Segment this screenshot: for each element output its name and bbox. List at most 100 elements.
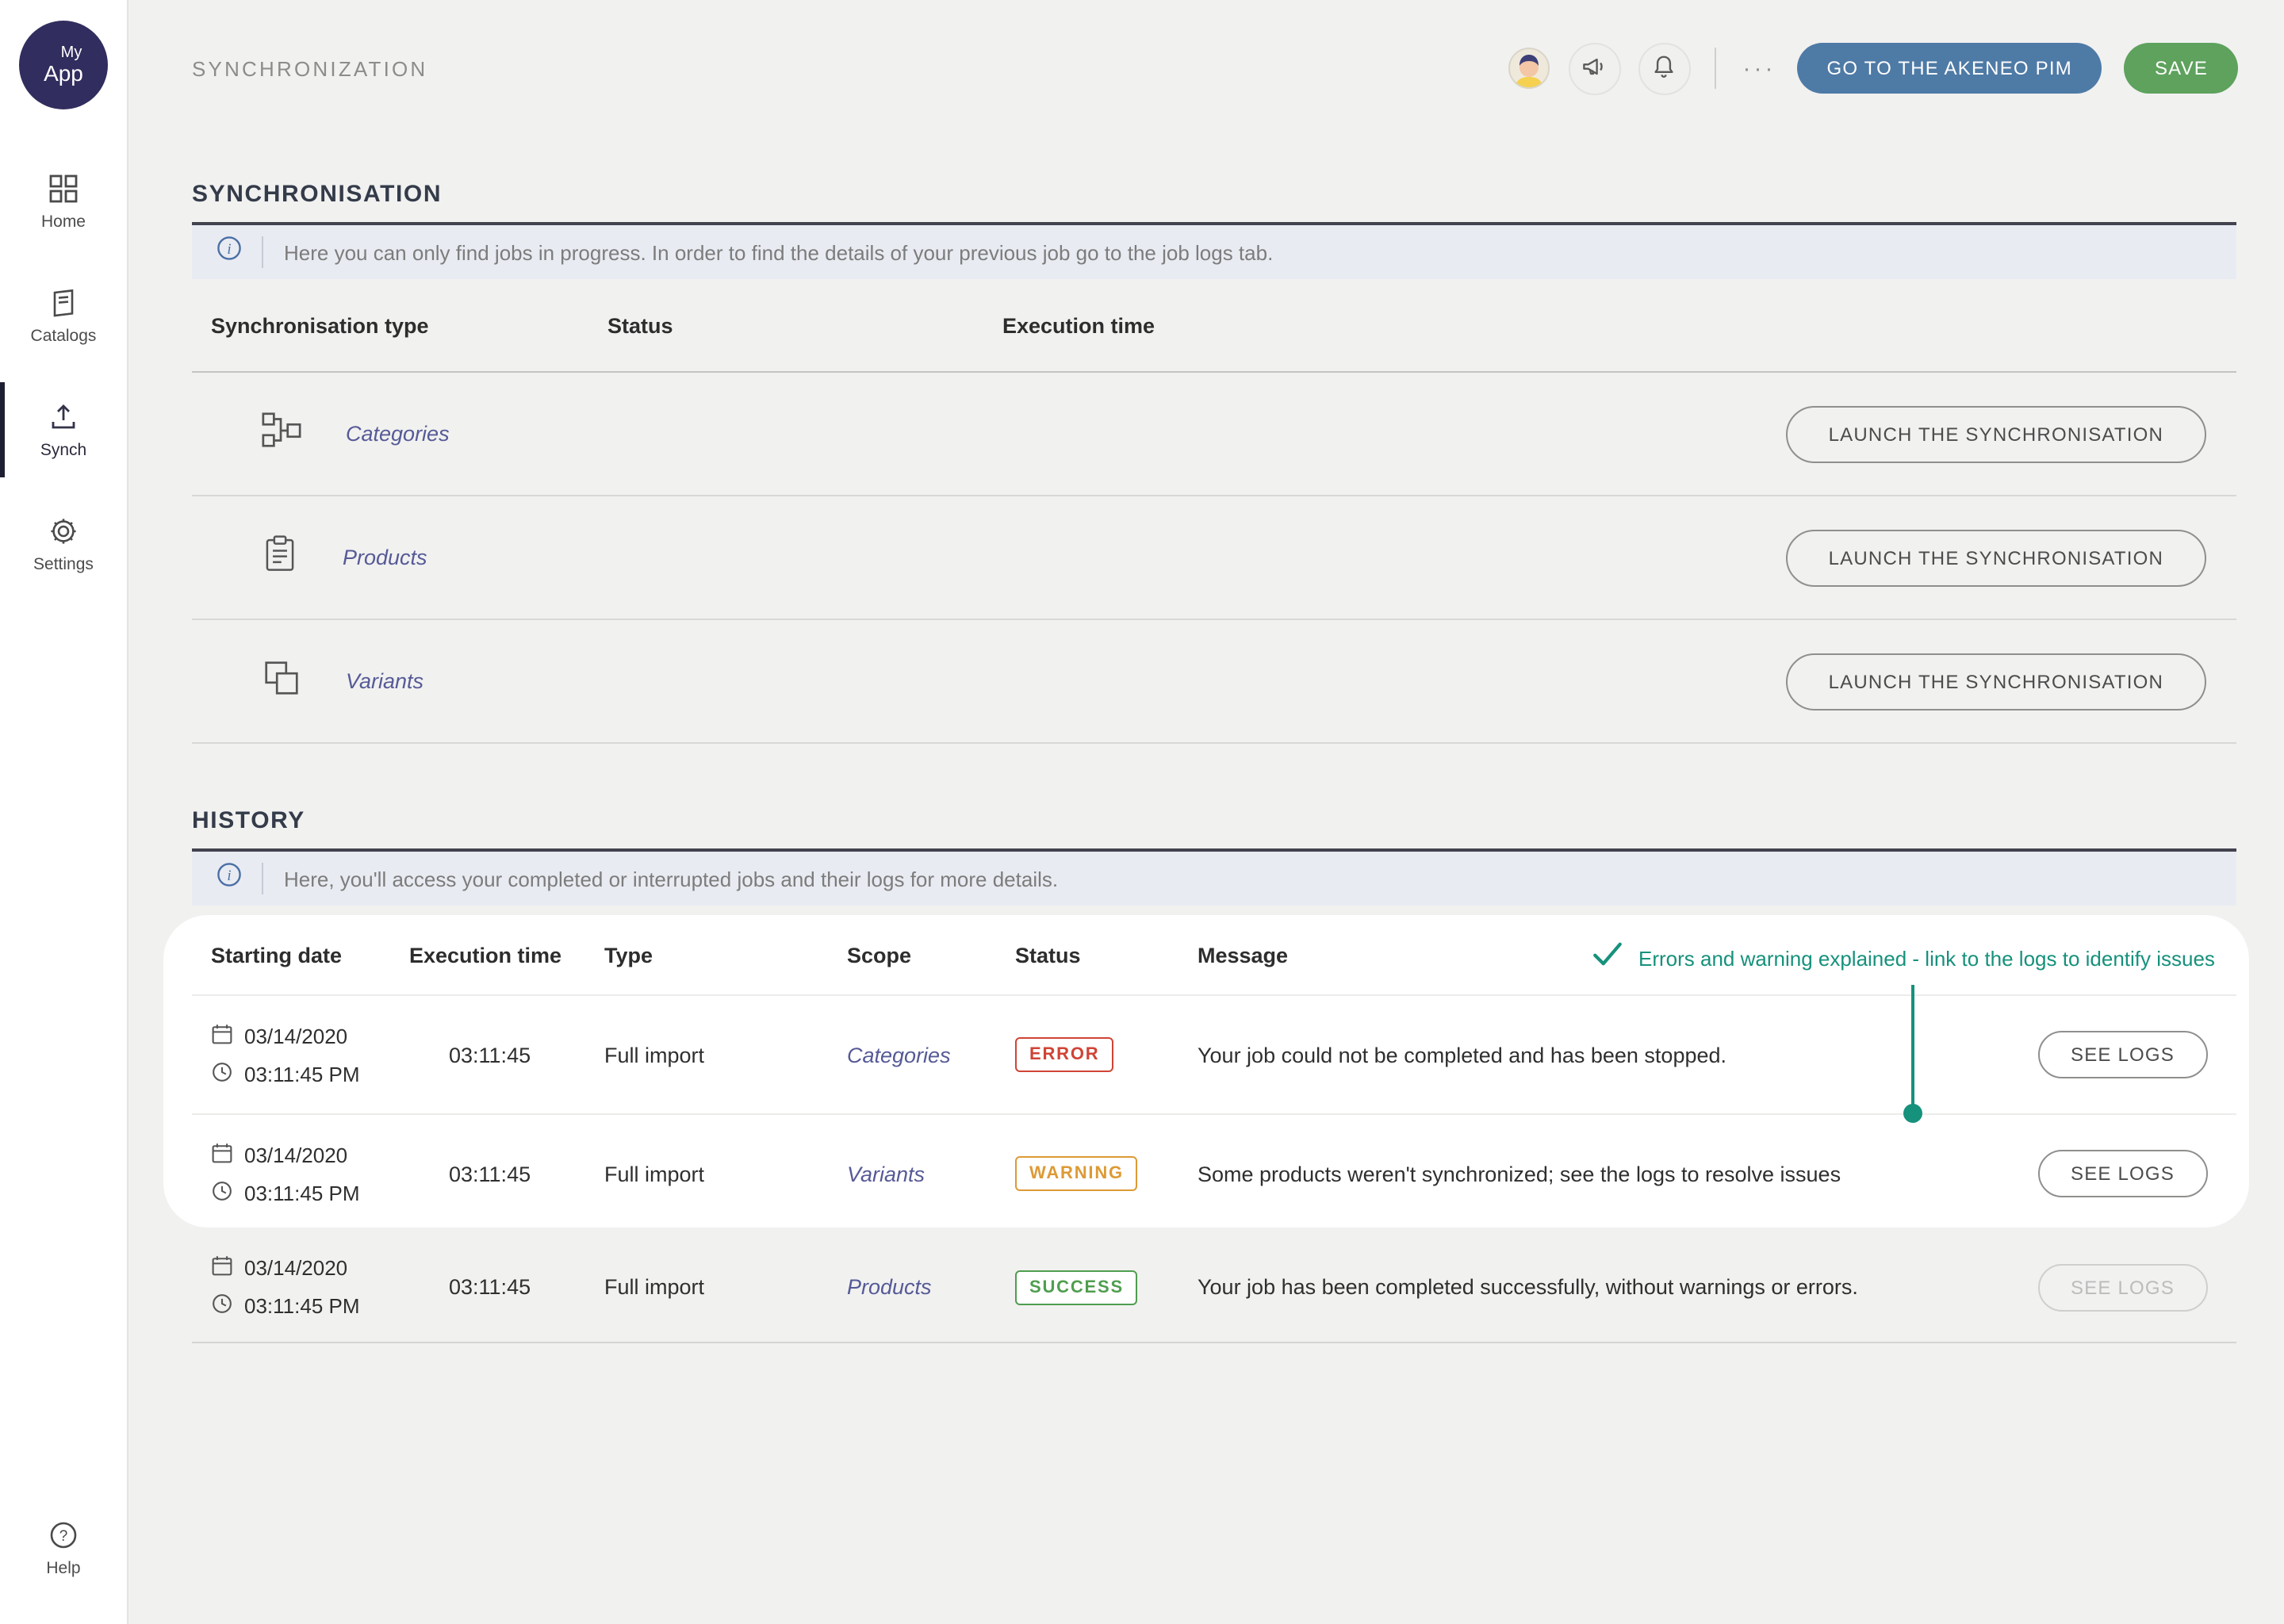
- sidebar-item-label: Home: [41, 212, 86, 231]
- sync-type-link[interactable]: Variants: [346, 669, 423, 693]
- help-question-icon: ?: [48, 1519, 79, 1550]
- column-header-execution-time: Execution time: [1002, 313, 1808, 337]
- info-icon: i: [216, 861, 243, 896]
- history-row-success: 03/14/2020 03:11:45 PM 03:11:45 Full imp…: [192, 1232, 2236, 1343]
- starting-date-value: 03/14/2020: [244, 1143, 347, 1166]
- column-header-scope: Scope: [847, 943, 1015, 967]
- history-info-text: Here, you'll access your completed or in…: [284, 867, 1058, 891]
- sidebar-item-label: Settings: [33, 554, 94, 573]
- sync-type-link[interactable]: Products: [343, 546, 427, 569]
- sidebar-nav: Home Catalogs Synch Settings: [0, 151, 127, 607]
- main-area: SYNCHRONIZATION ··· GO TO THE AKE: [128, 0, 2284, 1624]
- status-cell: ERROR: [1015, 1037, 1198, 1072]
- status-badge-error: ERROR: [1015, 1037, 1113, 1072]
- type-cell: Full import: [604, 1162, 847, 1185]
- see-logs-button[interactable]: SEE LOGS: [2037, 1031, 2208, 1078]
- sync-table: Synchronisation type Status Execution ti…: [192, 279, 2236, 744]
- info-icon: i: [216, 235, 243, 270]
- annotation: Errors and warning explained - link to t…: [1591, 937, 2215, 979]
- column-header-starting-date: Starting date: [211, 943, 409, 967]
- sidebar-item-label: Catalogs: [31, 326, 97, 345]
- execution-time-cell: 03:11:45: [409, 1162, 604, 1185]
- history-row-error: 03/14/2020 03:11:45 PM 03:11:45 Full imp…: [192, 994, 2236, 1113]
- annotation-pointer-dot: [1903, 1104, 1922, 1123]
- gear-icon: [48, 515, 79, 546]
- svg-text:?: ?: [59, 1527, 68, 1544]
- header-divider: [1715, 48, 1716, 89]
- synch-upload-icon: [48, 400, 79, 432]
- app-logo-text-top: My: [61, 44, 82, 62]
- column-header-status: Status: [607, 313, 1002, 337]
- starting-time-value: 03:11:45 PM: [244, 1294, 360, 1318]
- status-cell: WARNING: [1015, 1156, 1198, 1191]
- sync-row-variants: Variants LAUNCH THE SYNCHRONISATION: [192, 620, 2236, 744]
- sync-section-title: SYNCHRONISATION: [192, 181, 2236, 225]
- calendar-icon: [211, 1141, 233, 1168]
- svg-text:i: i: [227, 868, 231, 884]
- sidebar-item-home[interactable]: Home: [0, 151, 127, 252]
- save-button[interactable]: SAVE: [2125, 43, 2238, 94]
- sidebar-item-settings[interactable]: Settings: [0, 493, 127, 595]
- home-grid-icon: [48, 172, 79, 204]
- see-logs-button-disabled: SEE LOGS: [2037, 1263, 2208, 1311]
- sidebar-item-catalogs[interactable]: Catalogs: [0, 265, 127, 366]
- column-header-sync-type: Synchronisation type: [211, 313, 607, 337]
- clock-icon: [211, 1293, 233, 1320]
- page-content: SYNCHRONISATION i Here you can only find…: [128, 136, 2284, 1343]
- message-cell: Your job has been completed successfully…: [1198, 1275, 2030, 1299]
- column-header-status: Status: [1015, 943, 1198, 967]
- execution-time-cell: 03:11:45: [409, 1275, 604, 1299]
- type-cell: Full import: [604, 1275, 847, 1299]
- see-logs-button[interactable]: SEE LOGS: [2037, 1150, 2208, 1197]
- announcements-button[interactable]: [1569, 42, 1621, 94]
- scope-link[interactable]: Categories: [847, 1043, 1015, 1067]
- more-options-button[interactable]: ···: [1740, 55, 1780, 82]
- sync-info-banner: i Here you can only find jobs in progres…: [192, 225, 2236, 279]
- annotation-pointer-line: [1911, 985, 1914, 1105]
- clock-icon: [211, 1060, 233, 1087]
- launch-sync-button[interactable]: LAUNCH THE SYNCHRONISATION: [1786, 653, 2206, 710]
- notifications-button[interactable]: [1638, 42, 1691, 94]
- megaphone-icon: [1581, 52, 1609, 85]
- execution-time-cell: 03:11:45: [409, 1043, 604, 1067]
- scope-link[interactable]: Variants: [847, 1162, 1015, 1185]
- sync-table-header: Synchronisation type Status Execution ti…: [192, 279, 2236, 373]
- go-to-pim-button[interactable]: GO TO THE AKENEO PIM: [1797, 43, 2102, 94]
- check-icon: [1591, 937, 1624, 979]
- message-cell: Some products weren't synchronized; see …: [1198, 1162, 2030, 1185]
- user-avatar[interactable]: [1507, 46, 1551, 90]
- top-bar: SYNCHRONIZATION ··· GO TO THE AKE: [128, 0, 2284, 136]
- products-clipboard-icon: [260, 532, 300, 583]
- sync-row-products: Products LAUNCH THE SYNCHRONISATION: [192, 496, 2236, 620]
- type-cell: Full import: [604, 1043, 847, 1067]
- status-cell: SUCCESS: [1015, 1270, 1198, 1304]
- page-title: SYNCHRONIZATION: [192, 56, 427, 80]
- app-logo[interactable]: My App: [19, 21, 108, 109]
- column-header-type: Type: [604, 943, 847, 967]
- variants-squares-icon: [260, 656, 303, 707]
- sidebar-item-help[interactable]: ? Help: [0, 1507, 127, 1589]
- starting-date-cell: 03/14/2020 03:11:45 PM: [211, 1141, 409, 1206]
- scope-link[interactable]: Products: [847, 1275, 1015, 1299]
- column-header-execution-time: Execution time: [409, 943, 604, 967]
- launch-sync-button[interactable]: LAUNCH THE SYNCHRONISATION: [1786, 405, 2206, 462]
- bell-icon: [1650, 52, 1679, 85]
- history-section-title: HISTORY: [192, 807, 2236, 852]
- history-row-warning: 03/14/2020 03:11:45 PM 03:11:45 Full imp…: [192, 1113, 2236, 1232]
- history-table: Errors and warning explained - link to t…: [192, 915, 2236, 1343]
- sync-type-link[interactable]: Categories: [346, 422, 450, 446]
- info-divider: [262, 863, 263, 894]
- starting-date-cell: 03/14/2020 03:11:45 PM: [211, 1254, 409, 1320]
- calendar-icon: [211, 1022, 233, 1049]
- info-divider: [262, 236, 263, 268]
- starting-date-value: 03/14/2020: [244, 1024, 347, 1048]
- starting-date-cell: 03/14/2020 03:11:45 PM: [211, 1022, 409, 1087]
- app-viewport: My App Home Catalogs Synch: [0, 0, 2284, 1624]
- annotation-text: Errors and warning explained - link to t…: [1638, 946, 2215, 970]
- sidebar-item-synch[interactable]: Synch: [0, 379, 127, 481]
- calendar-icon: [211, 1254, 233, 1281]
- status-badge-warning: WARNING: [1015, 1156, 1138, 1191]
- catalogs-book-icon: [48, 286, 79, 318]
- launch-sync-button[interactable]: LAUNCH THE SYNCHRONISATION: [1786, 529, 2206, 586]
- status-badge-success: SUCCESS: [1015, 1270, 1138, 1304]
